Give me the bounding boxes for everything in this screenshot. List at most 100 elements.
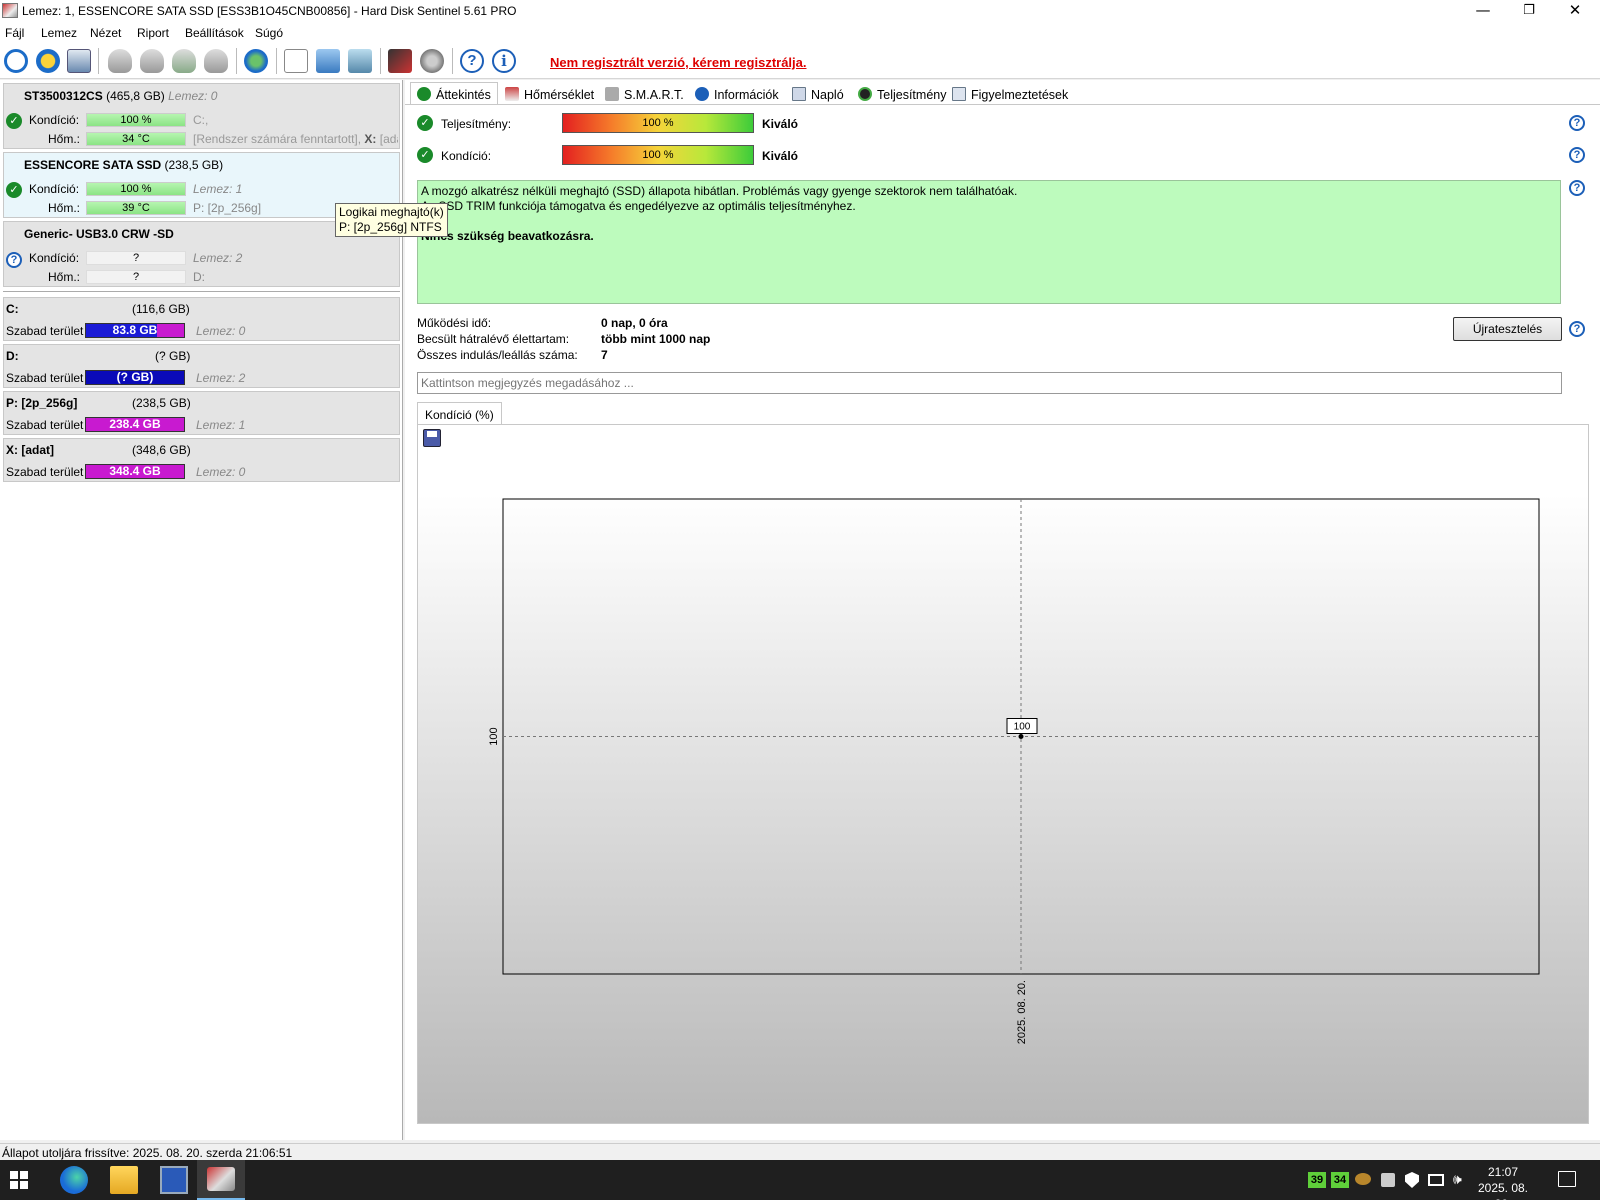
menu-disk[interactable]: Lemez [41, 26, 77, 40]
disk-number: Lemez: 2 [193, 251, 243, 265]
tooltip-line2: P: [2p_256g] NTFS [339, 220, 442, 234]
security-icon[interactable] [1405, 1172, 1419, 1188]
disk-number: Lemez: 1 [193, 182, 243, 196]
volume-name: C: [6, 302, 19, 316]
details-panel: Áttekintés Hőmérséklet S.M.A.R.T. Inform… [405, 80, 1600, 1140]
menu-file[interactable]: Fájl [5, 26, 24, 40]
unregistered-warning-link[interactable]: Nem regisztrált verzió, kérem regisztrál… [550, 55, 807, 70]
disk-info-icon[interactable] [67, 49, 91, 73]
starts-value: 7 [601, 348, 608, 362]
help-icon[interactable]: ? [1569, 321, 1585, 337]
note-input[interactable] [417, 372, 1562, 394]
tab-alerts[interactable]: Figyelmeztetések [945, 82, 1075, 104]
unknown-status-icon: ? [6, 252, 22, 268]
volume-card-x[interactable]: X: [adat] (348,6 GB) Szabad terület 348.… [3, 438, 400, 482]
tray-temp-2[interactable]: 34 [1331, 1172, 1349, 1188]
volume-name: X: [adat] [6, 443, 54, 457]
volume-card-d[interactable]: D: (? GB) Szabad terület (? GB) Lemez: 2 [3, 344, 400, 388]
performance-rating: Kiváló [762, 117, 799, 131]
chart-icon[interactable] [388, 49, 412, 73]
disk-size: (465,8 GB) [106, 89, 165, 103]
free-space-bar: 348.4 GB [85, 464, 185, 479]
tooltip-line1: Logikai meghajtó(k) [339, 205, 444, 219]
tab-label: Napló [811, 88, 844, 102]
close-button[interactable]: ✕ [1552, 0, 1598, 23]
tab-chart-health[interactable]: Kondíció (%) [417, 402, 502, 425]
tab-smart[interactable]: S.M.A.R.T. [598, 82, 691, 104]
network-icon[interactable] [348, 49, 372, 73]
disk-icon [605, 87, 619, 101]
tray-temp-1[interactable]: 39 [1308, 1172, 1326, 1188]
check-icon: ✓ [417, 147, 433, 163]
help-icon[interactable]: ? [460, 49, 484, 73]
disk-card-st3500312cs[interactable]: ST3500312CS (465,8 GB) Lemez: 0 ✓ Kondíc… [3, 83, 400, 149]
volume-card-p[interactable]: P: [2p_256g] (238,5 GB) Szabad terület 2… [3, 391, 400, 435]
status-message-box: A mozgó alkatrész nélküli meghajtó (SSD)… [417, 180, 1561, 304]
active-app-slot[interactable] [197, 1160, 245, 1200]
alert-icon[interactable] [36, 49, 60, 73]
menu-settings[interactable]: Beállítások [185, 26, 244, 40]
data-label: 100 [1014, 722, 1031, 733]
disk-tools-icon[interactable] [204, 49, 228, 73]
disk-test-icon[interactable] [108, 49, 132, 73]
free-space-value: 348.4 GB [109, 464, 161, 478]
disk-name-row: ST3500312CS (465,8 GB) Lemez: 0 [24, 89, 217, 103]
health-rating: Kiváló [762, 149, 799, 163]
tab-performance[interactable]: Teljesítmény [851, 82, 953, 104]
disk-ok-icon[interactable] [172, 49, 196, 73]
send-report-icon[interactable] [316, 49, 340, 73]
hard-disk-sentinel-icon [207, 1167, 235, 1191]
help-icon[interactable]: ? [1569, 115, 1585, 131]
report-icon[interactable] [284, 49, 308, 73]
chart-area: 100 100 2025. 08. 20. [417, 424, 1589, 1124]
message-line: Az SSD TRIM funkciója támogatva és enged… [421, 199, 856, 213]
tab-log[interactable]: Napló [785, 82, 851, 104]
clock[interactable]: 21:07 2025. 08. 20. [1468, 1164, 1538, 1200]
volume-icon[interactable]: 🕪 [1453, 1172, 1462, 1188]
status-bar: Állapot utoljára frissítve: 2025. 08. 20… [0, 1143, 1600, 1160]
speaker-icon[interactable] [420, 49, 444, 73]
partitions-extra: [Rendszer számára fenntartott], X: [adat… [193, 132, 398, 146]
save-app-icon[interactable] [160, 1166, 188, 1194]
tab-information[interactable]: Információk [688, 82, 786, 104]
help-icon[interactable]: ? [1569, 147, 1585, 163]
help-icon[interactable]: ? [1569, 180, 1585, 196]
tab-temperature[interactable]: Hőmérséklet [498, 82, 601, 104]
temp-label: Hőm.: [48, 201, 81, 215]
taskbar: 39 34 🕪 21:07 2025. 08. 20. [0, 1160, 1600, 1200]
network-icon[interactable] [1428, 1174, 1444, 1186]
volume-size: (? GB) [155, 349, 191, 363]
tab-label: Áttekintés [436, 88, 491, 102]
performance-bar: 100 % [562, 113, 754, 133]
tray-drive-icon[interactable] [1381, 1173, 1395, 1187]
free-space-label: Szabad terület [6, 324, 84, 338]
tray-app-icon[interactable] [1355, 1173, 1371, 1185]
maximize-button[interactable]: ❐ [1506, 0, 1552, 23]
uptime-value: 0 nap, 0 óra [601, 316, 668, 330]
file-explorer-icon[interactable] [110, 1166, 138, 1194]
free-space-value: 238.4 GB [109, 417, 161, 431]
volume-card-c[interactable]: C: (116,6 GB) Szabad terület 83.8 GB Lem… [3, 297, 400, 341]
disk-surface-icon[interactable] [140, 49, 164, 73]
log-icon [792, 87, 806, 101]
start-icon[interactable] [10, 1171, 28, 1189]
clock-date: 2025. 08. 20. [1477, 1181, 1529, 1200]
notifications-icon[interactable] [1558, 1171, 1576, 1187]
retest-button[interactable]: Újratesztelés [1453, 317, 1562, 341]
refresh-icon[interactable] [4, 49, 28, 73]
check-icon: ✓ [6, 113, 22, 129]
menu-help[interactable]: Súgó [255, 26, 283, 40]
disk-list-panel: ST3500312CS (465,8 GB) Lemez: 0 ✓ Kondíc… [0, 80, 403, 1140]
edge-icon[interactable] [60, 1166, 88, 1194]
menu-view[interactable]: Nézet [90, 26, 121, 40]
temp-bar: 39 °C [86, 201, 186, 215]
info-icon[interactable]: i [492, 49, 516, 73]
partitions: D: [193, 270, 205, 284]
globe-icon[interactable] [244, 49, 268, 73]
check-icon: ✓ [417, 115, 433, 131]
disk-name-row: ESSENCORE SATA SSD (238,5 GB) [24, 158, 223, 172]
minimize-button[interactable]: — [1460, 0, 1506, 23]
menu-report[interactable]: Riport [137, 26, 169, 40]
tab-overview[interactable]: Áttekintés [410, 82, 498, 104]
temp-label: Hőm.: [48, 132, 81, 146]
